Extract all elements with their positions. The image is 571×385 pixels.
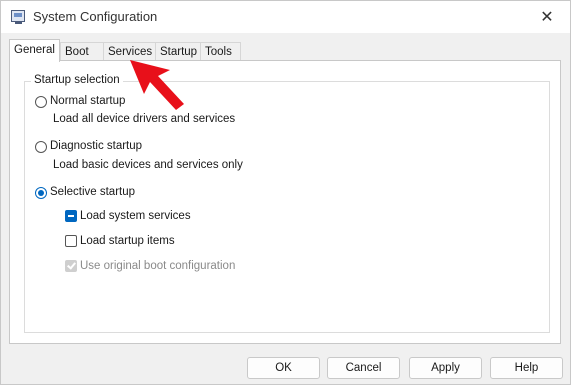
normal-startup-label[interactable]: Normal startup: [50, 95, 125, 107]
tab-general[interactable]: General: [9, 39, 60, 62]
normal-startup-description: Load all device drivers and services: [53, 113, 236, 125]
tab-tools[interactable]: Tools: [200, 42, 241, 61]
general-tab-panel: Startup selection Normal startup Load al…: [9, 60, 561, 344]
close-icon: ✕: [540, 9, 554, 26]
startup-selection-label: Startup selection: [31, 74, 123, 86]
system-configuration-window: System Configuration ✕ General Boot Serv…: [0, 0, 571, 385]
apply-button[interactable]: Apply: [409, 357, 482, 379]
use-original-boot-config-checkbox: [65, 260, 77, 272]
normal-startup-radio[interactable]: [35, 96, 47, 108]
title-bar: System Configuration ✕: [1, 1, 570, 33]
selective-startup-radio[interactable]: [35, 187, 47, 199]
close-button[interactable]: ✕: [524, 1, 570, 33]
diagnostic-startup-radio[interactable]: [35, 141, 47, 153]
tab-boot[interactable]: Boot: [60, 42, 104, 61]
load-system-services-label[interactable]: Load system services: [80, 210, 191, 222]
selective-startup-label[interactable]: Selective startup: [50, 186, 135, 198]
window-title: System Configuration: [33, 9, 158, 24]
help-button[interactable]: Help: [490, 357, 563, 379]
system-configuration-icon: [11, 10, 25, 24]
ok-button[interactable]: OK: [247, 357, 320, 379]
load-startup-items-label[interactable]: Load startup items: [80, 235, 175, 247]
use-original-boot-config-label: Use original boot configuration: [80, 260, 236, 272]
cancel-button[interactable]: Cancel: [327, 357, 400, 379]
red-arrow-annotation: [130, 60, 184, 110]
diagnostic-startup-description: Load basic devices and services only: [53, 159, 243, 171]
load-startup-items-checkbox[interactable]: [65, 235, 77, 247]
load-system-services-checkbox[interactable]: [65, 210, 77, 222]
diagnostic-startup-label[interactable]: Diagnostic startup: [50, 140, 142, 152]
